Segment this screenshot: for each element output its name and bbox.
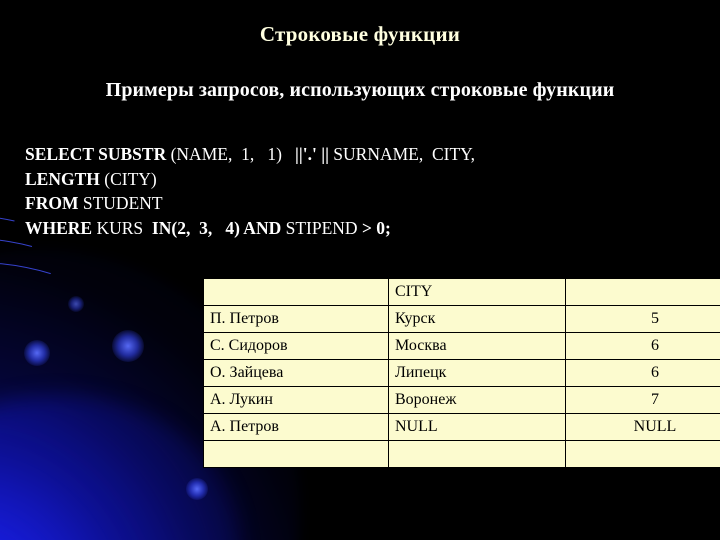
sql-query-block: SELECT SUBSTR (NAME, 1, 1) ||'.' || SURN…: [25, 142, 695, 240]
table-cell: 6: [565, 332, 720, 360]
sql-line: SELECT SUBSTR (NAME, 1, 1) ||'.' || SURN…: [25, 142, 695, 167]
sql-keyword: WHERE: [25, 217, 97, 238]
sql-line: LENGTH (CITY): [25, 167, 695, 192]
sql-operand: (CITY): [104, 168, 157, 189]
table-row: А. Лукин Воронеж 7: [203, 386, 720, 414]
sql-line: FROM STUDENT: [25, 191, 695, 216]
table-cell: П. Петров: [203, 305, 389, 333]
table-cell: Москва: [388, 332, 566, 360]
table-header-cell: [203, 278, 389, 306]
table-cell: NULL: [388, 413, 566, 441]
table-cell: О. Зайцева: [203, 359, 389, 387]
sql-keyword: LENGTH: [25, 168, 105, 189]
sql-keyword: ||'.' ||: [295, 144, 334, 164]
slide-subtitle: Примеры запросов, использующих строковые…: [105, 79, 615, 101]
table-cell: 5: [565, 305, 720, 333]
sql-keyword: > 0;: [361, 217, 391, 238]
glow-dot-2: [112, 330, 144, 362]
sql-keyword: FROM: [25, 193, 83, 213]
table-row: А. Петров NULL NULL: [203, 413, 720, 441]
table-cell: С. Сидоров: [203, 332, 389, 360]
slide-title: Строковые функции: [259, 22, 461, 46]
table-cell: Липецк: [388, 359, 566, 387]
table-header-row: CITY: [203, 278, 720, 306]
table-cell: [203, 440, 389, 468]
table-row: О. Зайцева Липецк 6: [203, 359, 720, 387]
table-row: С. Сидоров Москва 6: [203, 332, 720, 360]
sql-keyword: SELECT SUBSTR: [25, 144, 171, 164]
glow-dot-1: [24, 340, 50, 366]
table-cell: Воронеж: [388, 386, 566, 414]
sql-keyword: IN(2, 3, 4) AND: [151, 217, 286, 238]
table-cell: Курск: [388, 305, 566, 333]
table-header-cell: [565, 278, 720, 306]
table-row: [203, 440, 720, 468]
sql-operand: SURNAME, CITY,: [333, 144, 475, 164]
slide-canvas: Строковые функции Примеры запросов, испо…: [0, 0, 720, 540]
table-cell: 7: [565, 386, 720, 414]
table-cell: [388, 440, 566, 468]
sql-operand: STIPEND: [285, 217, 362, 238]
sql-operand: (NAME, 1, 1): [170, 144, 296, 164]
table-cell: А. Лукин: [203, 386, 389, 414]
sql-operand: KURS: [96, 217, 152, 238]
sql-line: WHERE KURS IN(2, 3, 4) AND STIPEND > 0;: [25, 216, 695, 241]
glow-dot-4: [68, 296, 84, 312]
sql-operand: STUDENT: [82, 193, 163, 213]
table-cell: [565, 440, 720, 468]
glow-dot-3: [186, 478, 208, 500]
table-cell: NULL: [565, 413, 720, 441]
table-cell: 6: [565, 359, 720, 387]
table-header-cell: CITY: [388, 278, 566, 306]
query-result-table: CITY П. Петров Курск 5 С. Сидоров Москва 6 О. З…: [203, 278, 720, 468]
table-row: П. Петров Курск 5: [203, 305, 720, 333]
table-cell: А. Петров: [203, 413, 389, 441]
